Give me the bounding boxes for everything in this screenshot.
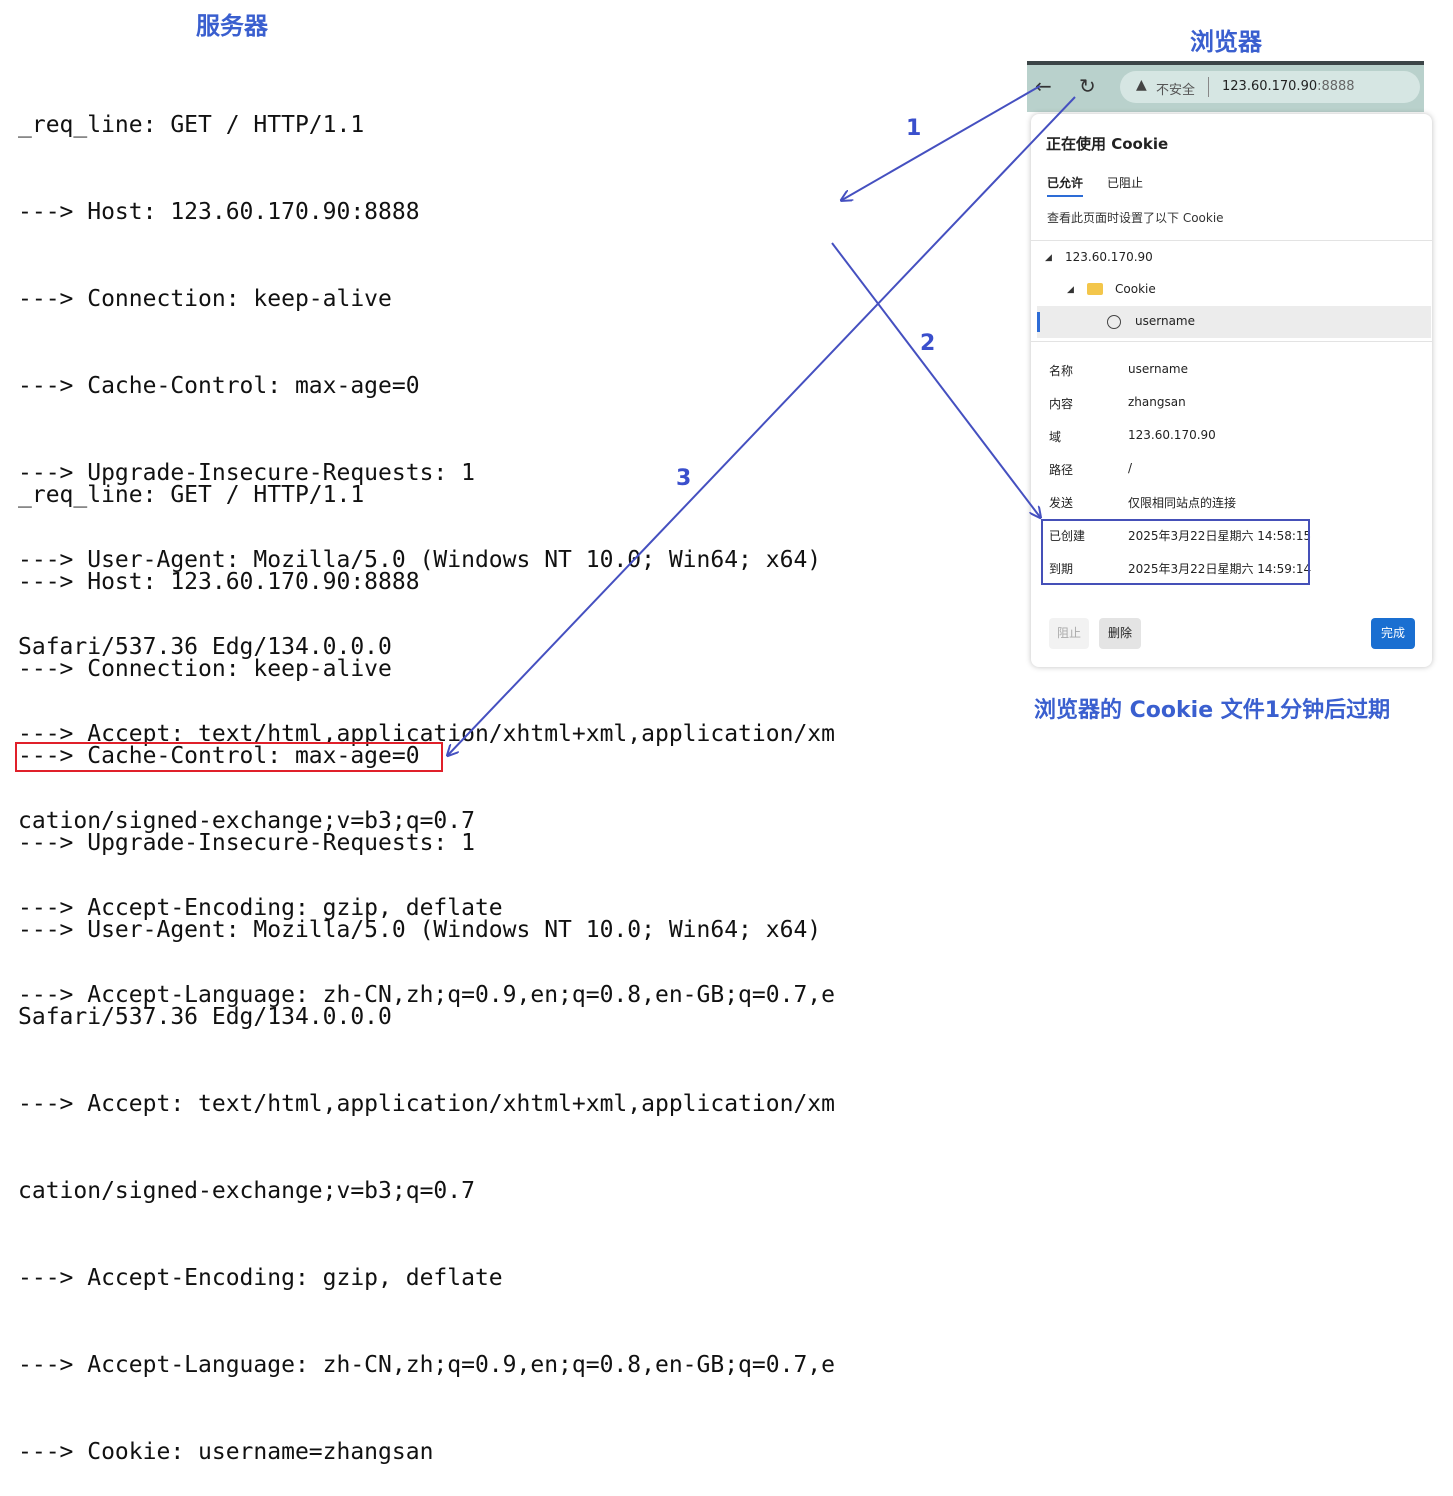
reload-icon[interactable]: ↻ bbox=[1079, 74, 1096, 98]
tree-cookie-item[interactable]: username bbox=[1135, 314, 1195, 328]
detail-label-name: 名称 bbox=[1049, 364, 1074, 378]
arrow-label-3: 3 bbox=[676, 466, 692, 491]
address-separator bbox=[1208, 77, 1209, 97]
log-line: ---> Host: 123.60.170.90:8888 bbox=[18, 569, 420, 595]
detail-label-domain: 域 bbox=[1049, 430, 1062, 444]
server-title: 服务器 bbox=[196, 12, 268, 40]
dates-highlight-box bbox=[1041, 519, 1310, 585]
back-arrow-icon[interactable]: ← bbox=[1035, 74, 1052, 98]
panel-description: 查看此页面时设置了以下 Cookie bbox=[1047, 211, 1224, 225]
arrow-label-1: 1 bbox=[906, 116, 922, 141]
tree-site[interactable]: 123.60.170.90 bbox=[1065, 250, 1153, 264]
log-line: Safari/537.36 Edg/134.0.0.0 bbox=[18, 1004, 392, 1030]
log-line: ---> Accept-Encoding: gzip, deflate bbox=[18, 1265, 503, 1291]
selected-row bbox=[1037, 306, 1431, 338]
detail-value-domain: 123.60.170.90 bbox=[1128, 428, 1216, 442]
detail-value-name: username bbox=[1128, 362, 1188, 376]
block-button[interactable]: 阻止 bbox=[1049, 618, 1089, 649]
arrow-2 bbox=[831, 242, 1040, 517]
tab-allowed[interactable]: 已允许 bbox=[1047, 174, 1084, 197]
caption: 浏览器的 Cookie 文件1分钟后过期 bbox=[1034, 698, 1391, 723]
log-line: cation/signed-exchange;v=b3;q=0.7 bbox=[18, 1178, 475, 1204]
delete-button[interactable]: 删除 bbox=[1099, 618, 1141, 649]
address-bar[interactable]: ▲ 不安全 123.60.170.90:8888 bbox=[1120, 71, 1420, 103]
insecure-label[interactable]: 不安全 bbox=[1156, 79, 1195, 98]
expand-triangle-icon[interactable]: ◢ bbox=[1067, 285, 1074, 295]
detail-label-send: 发送 bbox=[1049, 496, 1074, 510]
log-line: ---> Connection: keep-alive bbox=[18, 286, 392, 312]
log-line: ---> Connection: keep-alive bbox=[18, 656, 392, 682]
url-text[interactable]: 123.60.170.90:8888 bbox=[1222, 79, 1355, 94]
log-line: ---> Cache-Control: max-age=0 bbox=[18, 373, 420, 399]
log-line: ---> Host: 123.60.170.90:8888 bbox=[18, 199, 420, 225]
panel-title: 正在使用 Cookie bbox=[1046, 135, 1169, 153]
server-log-request-2: _req_line: GET / HTTP/1.1 ---> Host: 123… bbox=[18, 423, 844, 1496]
url-host: 123.60.170.90 bbox=[1222, 79, 1318, 94]
browser-toolbar: ← ↻ ▲ 不安全 123.60.170.90:8888 bbox=[1027, 61, 1424, 112]
folder-icon bbox=[1087, 283, 1103, 295]
url-port: :8888 bbox=[1317, 79, 1355, 94]
detail-label-content: 内容 bbox=[1049, 397, 1074, 411]
log-line: _req_line: GET / HTTP/1.1 bbox=[18, 482, 365, 508]
detail-label-path: 路径 bbox=[1049, 463, 1074, 477]
tree-folder[interactable]: Cookie bbox=[1115, 282, 1156, 296]
arrow-1 bbox=[842, 85, 1041, 200]
divider bbox=[1031, 341, 1432, 342]
cookie-line-highlight bbox=[15, 742, 443, 772]
cookie-icon bbox=[1107, 315, 1121, 329]
browser-title: 浏览器 bbox=[1190, 28, 1262, 56]
detail-value-path: / bbox=[1128, 461, 1133, 475]
log-line: ---> Upgrade-Insecure-Requests: 1 bbox=[18, 830, 475, 856]
tab-blocked[interactable]: 已阻止 bbox=[1107, 174, 1143, 191]
cookie-header-line: ---> Cookie: username=zhangsan bbox=[18, 1439, 434, 1465]
log-line: ---> User-Agent: Mozilla/5.0 (Windows NT… bbox=[18, 917, 835, 943]
selection-indicator bbox=[1037, 312, 1040, 332]
log-line: _req_line: GET / HTTP/1.1 bbox=[18, 112, 365, 138]
expand-triangle-icon[interactable]: ◢ bbox=[1045, 253, 1052, 263]
detail-value-send: 仅限相同站点的连接 bbox=[1128, 496, 1237, 510]
detail-value-content: zhangsan bbox=[1128, 395, 1186, 409]
log-line: ---> Accept: text/html,application/xhtml… bbox=[18, 1091, 835, 1117]
log-line: ---> Accept-Language: zh-CN,zh;q=0.9,en;… bbox=[18, 1352, 835, 1378]
done-button[interactable]: 完成 bbox=[1371, 618, 1415, 649]
warning-icon[interactable]: ▲ bbox=[1136, 77, 1147, 93]
divider bbox=[1031, 240, 1432, 241]
arrow-label-2: 2 bbox=[920, 331, 936, 356]
